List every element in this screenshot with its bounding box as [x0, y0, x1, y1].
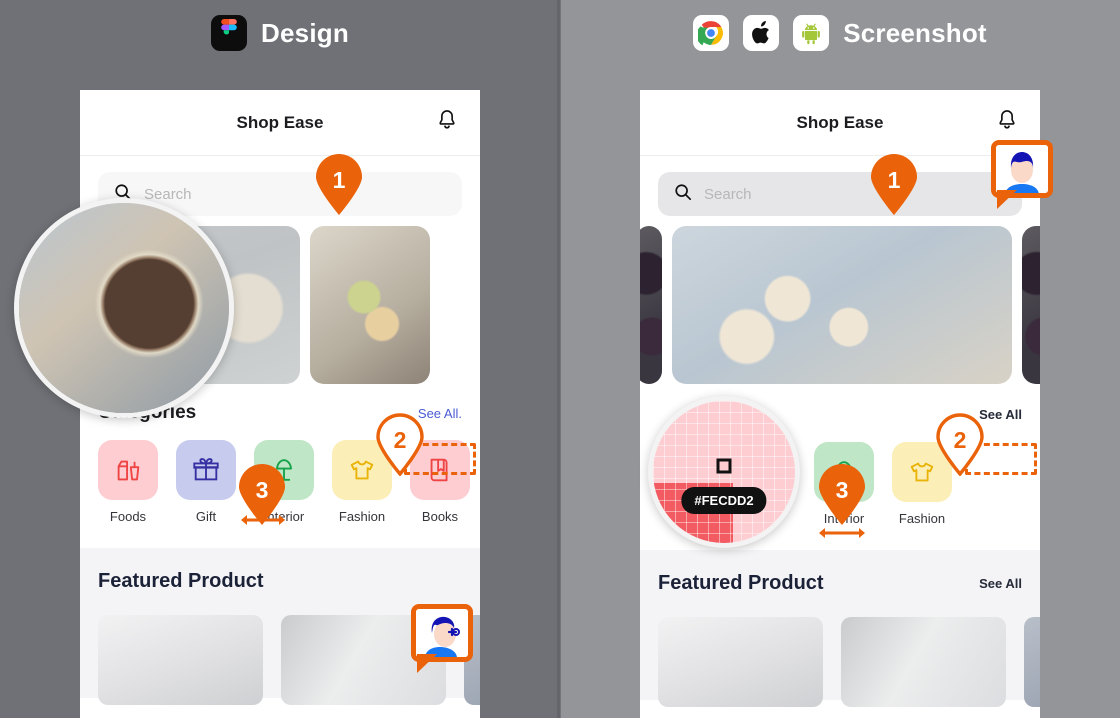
marker-number: 1 [887, 166, 901, 193]
annotation-marker-2-design[interactable]: 2 [374, 412, 426, 476]
search-placeholder: Search [704, 185, 752, 203]
search-placeholder: Search [144, 185, 192, 203]
featured-header: Featured Product [98, 570, 462, 593]
category-item-gift[interactable]: Gift [176, 440, 236, 524]
category-label: Gift [195, 509, 217, 524]
gift-icon [176, 440, 236, 500]
featured-card[interactable] [658, 617, 823, 707]
bell-icon[interactable] [436, 108, 458, 137]
marker-number: 1 [332, 166, 346, 193]
featured-card[interactable] [1024, 617, 1040, 707]
category-label: Fashion [898, 511, 946, 526]
featured-header: Featured Product See All [658, 572, 1022, 595]
collaborator-cursor-designer[interactable] [411, 604, 473, 676]
app-title: Shop Ease [796, 112, 884, 132]
android-icon [793, 15, 830, 51]
screenshot-panel-header: Screenshot [560, 0, 1120, 66]
chrome-icon [693, 15, 730, 51]
marker-number: 3 [255, 476, 269, 503]
featured-card-list[interactable] [98, 615, 480, 705]
category-label: Foods [109, 509, 147, 524]
design-panel-header: Design [0, 0, 560, 66]
marker-number: 3 [835, 476, 849, 503]
photo-magnifier-loupe [14, 198, 234, 418]
featured-card[interactable] [841, 617, 1006, 707]
app-title: Shop Ease [236, 112, 324, 132]
color-picker-loupe [648, 396, 800, 548]
hex-value-chip: #FECDD2 [681, 487, 767, 514]
screenshot-panel-title: Screenshot [843, 17, 987, 48]
annotation-marker-3-screenshot[interactable]: 3 [816, 462, 868, 526]
featured-heading: Featured Product [98, 570, 264, 592]
app-header-design: Shop Ease [80, 90, 480, 156]
magnified-photo-detail [19, 203, 229, 413]
annotation-marker-2-screenshot[interactable]: 2 [934, 412, 986, 476]
category-item-foods[interactable]: Foods [98, 440, 158, 524]
picker-target-square [716, 458, 732, 474]
featured-card-list[interactable] [658, 617, 1040, 707]
app-header-screenshot: Shop Ease [640, 90, 1040, 156]
category-label: Books [421, 509, 459, 524]
featured-section-screenshot: Featured Product See All [640, 550, 1040, 707]
spacing-measure-arrow-design [240, 511, 286, 529]
category-label: Fashion [338, 509, 386, 524]
comparison-stage: Design Screenshot Shop Ease Search See A… [0, 0, 1120, 718]
banner-slide[interactable] [310, 226, 430, 384]
marker-number: 2 [953, 426, 967, 453]
featured-heading: Featured Product [658, 572, 824, 594]
annotation-marker-1-design[interactable]: 1 [313, 152, 365, 216]
design-panel-title: Design [261, 17, 349, 48]
spacing-measure-arrow-screenshot [818, 524, 866, 542]
search-input[interactable]: Search [658, 172, 1022, 216]
featured-card[interactable] [98, 615, 263, 705]
banner-slide[interactable] [672, 226, 1012, 384]
collaborator-cursor-front[interactable] [991, 140, 1053, 212]
search-area-screenshot: Search [640, 156, 1040, 226]
panel-divider [557, 0, 561, 718]
banner-slide[interactable] [640, 226, 662, 384]
marker-number: 2 [393, 426, 407, 453]
annotation-marker-1-screenshot[interactable]: 1 [868, 152, 920, 216]
bell-icon[interactable] [996, 108, 1018, 137]
milk-carton-icon [98, 440, 158, 500]
banner-slide[interactable] [1022, 226, 1040, 384]
figma-icon [211, 15, 248, 51]
apple-icon [743, 15, 780, 51]
search-icon [674, 183, 692, 206]
banner-carousel-screenshot[interactable] [640, 226, 1040, 384]
featured-see-all-link[interactable]: See All [979, 576, 1022, 591]
